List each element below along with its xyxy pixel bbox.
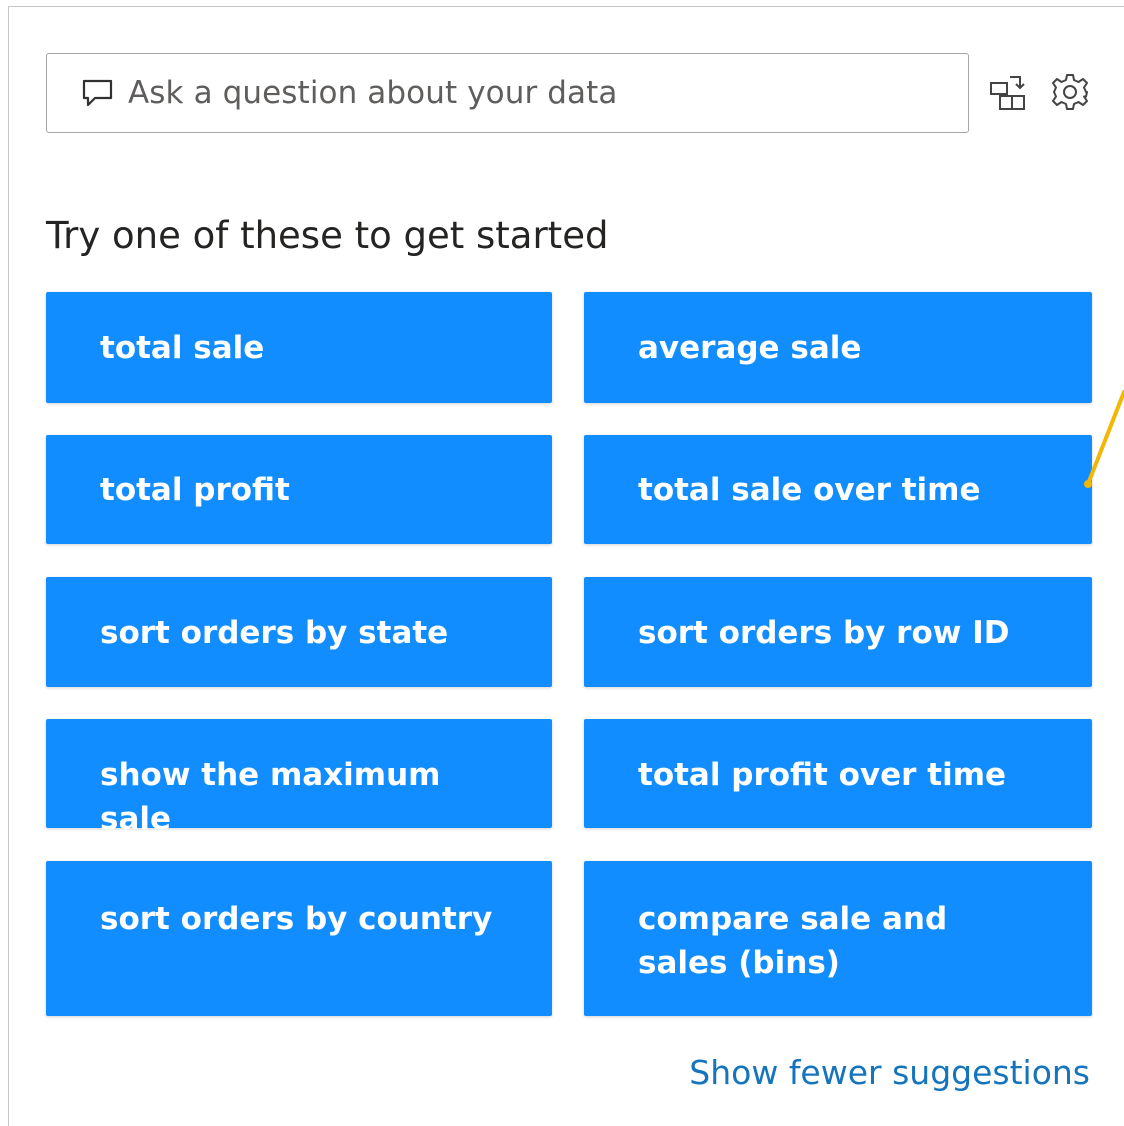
question-input[interactable]: Ask a question about your data	[46, 53, 969, 133]
suggestion-label: total profit over time	[638, 757, 1007, 793]
suggestion-show-the-maximum-sale[interactable]: show the maximum sale	[46, 719, 552, 837]
show-fewer-suggestions-link[interactable]: Show fewer suggestions	[689, 1053, 1090, 1092]
question-placeholder: Ask a question about your data	[128, 75, 618, 111]
suggestion-total-sale[interactable]: total sale	[46, 292, 552, 403]
convert-visual-icon[interactable]	[988, 72, 1028, 112]
suggestion-label: average sale	[638, 330, 862, 366]
settings-icon[interactable]	[1050, 72, 1090, 112]
suggestion-average-sale[interactable]: average sale	[584, 292, 1092, 403]
suggestion-sort-orders-by-row-id[interactable]: sort orders by row ID	[584, 577, 1092, 687]
suggestion-label: total sale	[100, 330, 265, 366]
suggestion-label: show the maximum sale	[100, 757, 441, 837]
suggestion-label: total profit	[100, 472, 290, 508]
suggestion-label: compare sale and sales (bins)	[638, 901, 948, 981]
suggestion-total-profit[interactable]: total profit	[46, 435, 552, 544]
suggestion-label: sort orders by row ID	[638, 615, 1010, 651]
suggestions-title: Try one of these to get started	[46, 214, 609, 257]
suggestion-label: total sale over time	[638, 472, 981, 508]
suggestion-sort-orders-by-country[interactable]: sort orders by country	[46, 861, 552, 1016]
suggestion-sort-orders-by-state[interactable]: sort orders by state	[46, 577, 552, 687]
chat-icon	[82, 79, 113, 107]
suggestion-label: sort orders by country	[100, 901, 493, 937]
suggestion-total-profit-over-time[interactable]: total profit over time	[584, 719, 1092, 828]
suggestion-compare-sale-and-sales-bins[interactable]: compare sale and sales (bins)	[584, 861, 1092, 1016]
suggestion-label: sort orders by state	[100, 615, 449, 651]
suggestion-total-sale-over-time[interactable]: total sale over time	[584, 435, 1092, 544]
